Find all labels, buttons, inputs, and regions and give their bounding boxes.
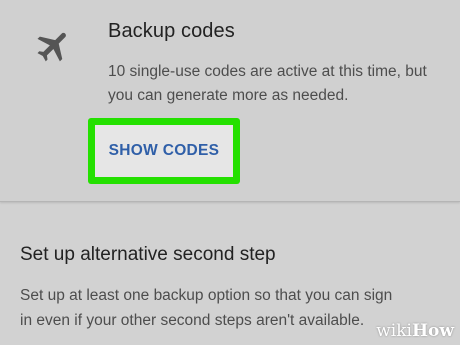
alternative-step-description: Set up at least one backup option so tha… <box>20 287 393 329</box>
wikihow-watermark: wikiHow <box>376 321 454 341</box>
alternative-step-title: Set up alternative second step <box>20 244 276 265</box>
backup-codes-title: Backup codes <box>108 20 235 42</box>
watermark-suffix: How <box>411 321 454 341</box>
backup-codes-card: Backup codes 10 single-use codes are act… <box>0 0 460 202</box>
show-codes-button[interactable]: SHOW CODES <box>95 125 233 177</box>
backup-codes-description: 10 single-use codes are active at this t… <box>108 63 427 104</box>
airplane-icon <box>37 32 66 62</box>
watermark-prefix: wiki <box>376 321 412 341</box>
